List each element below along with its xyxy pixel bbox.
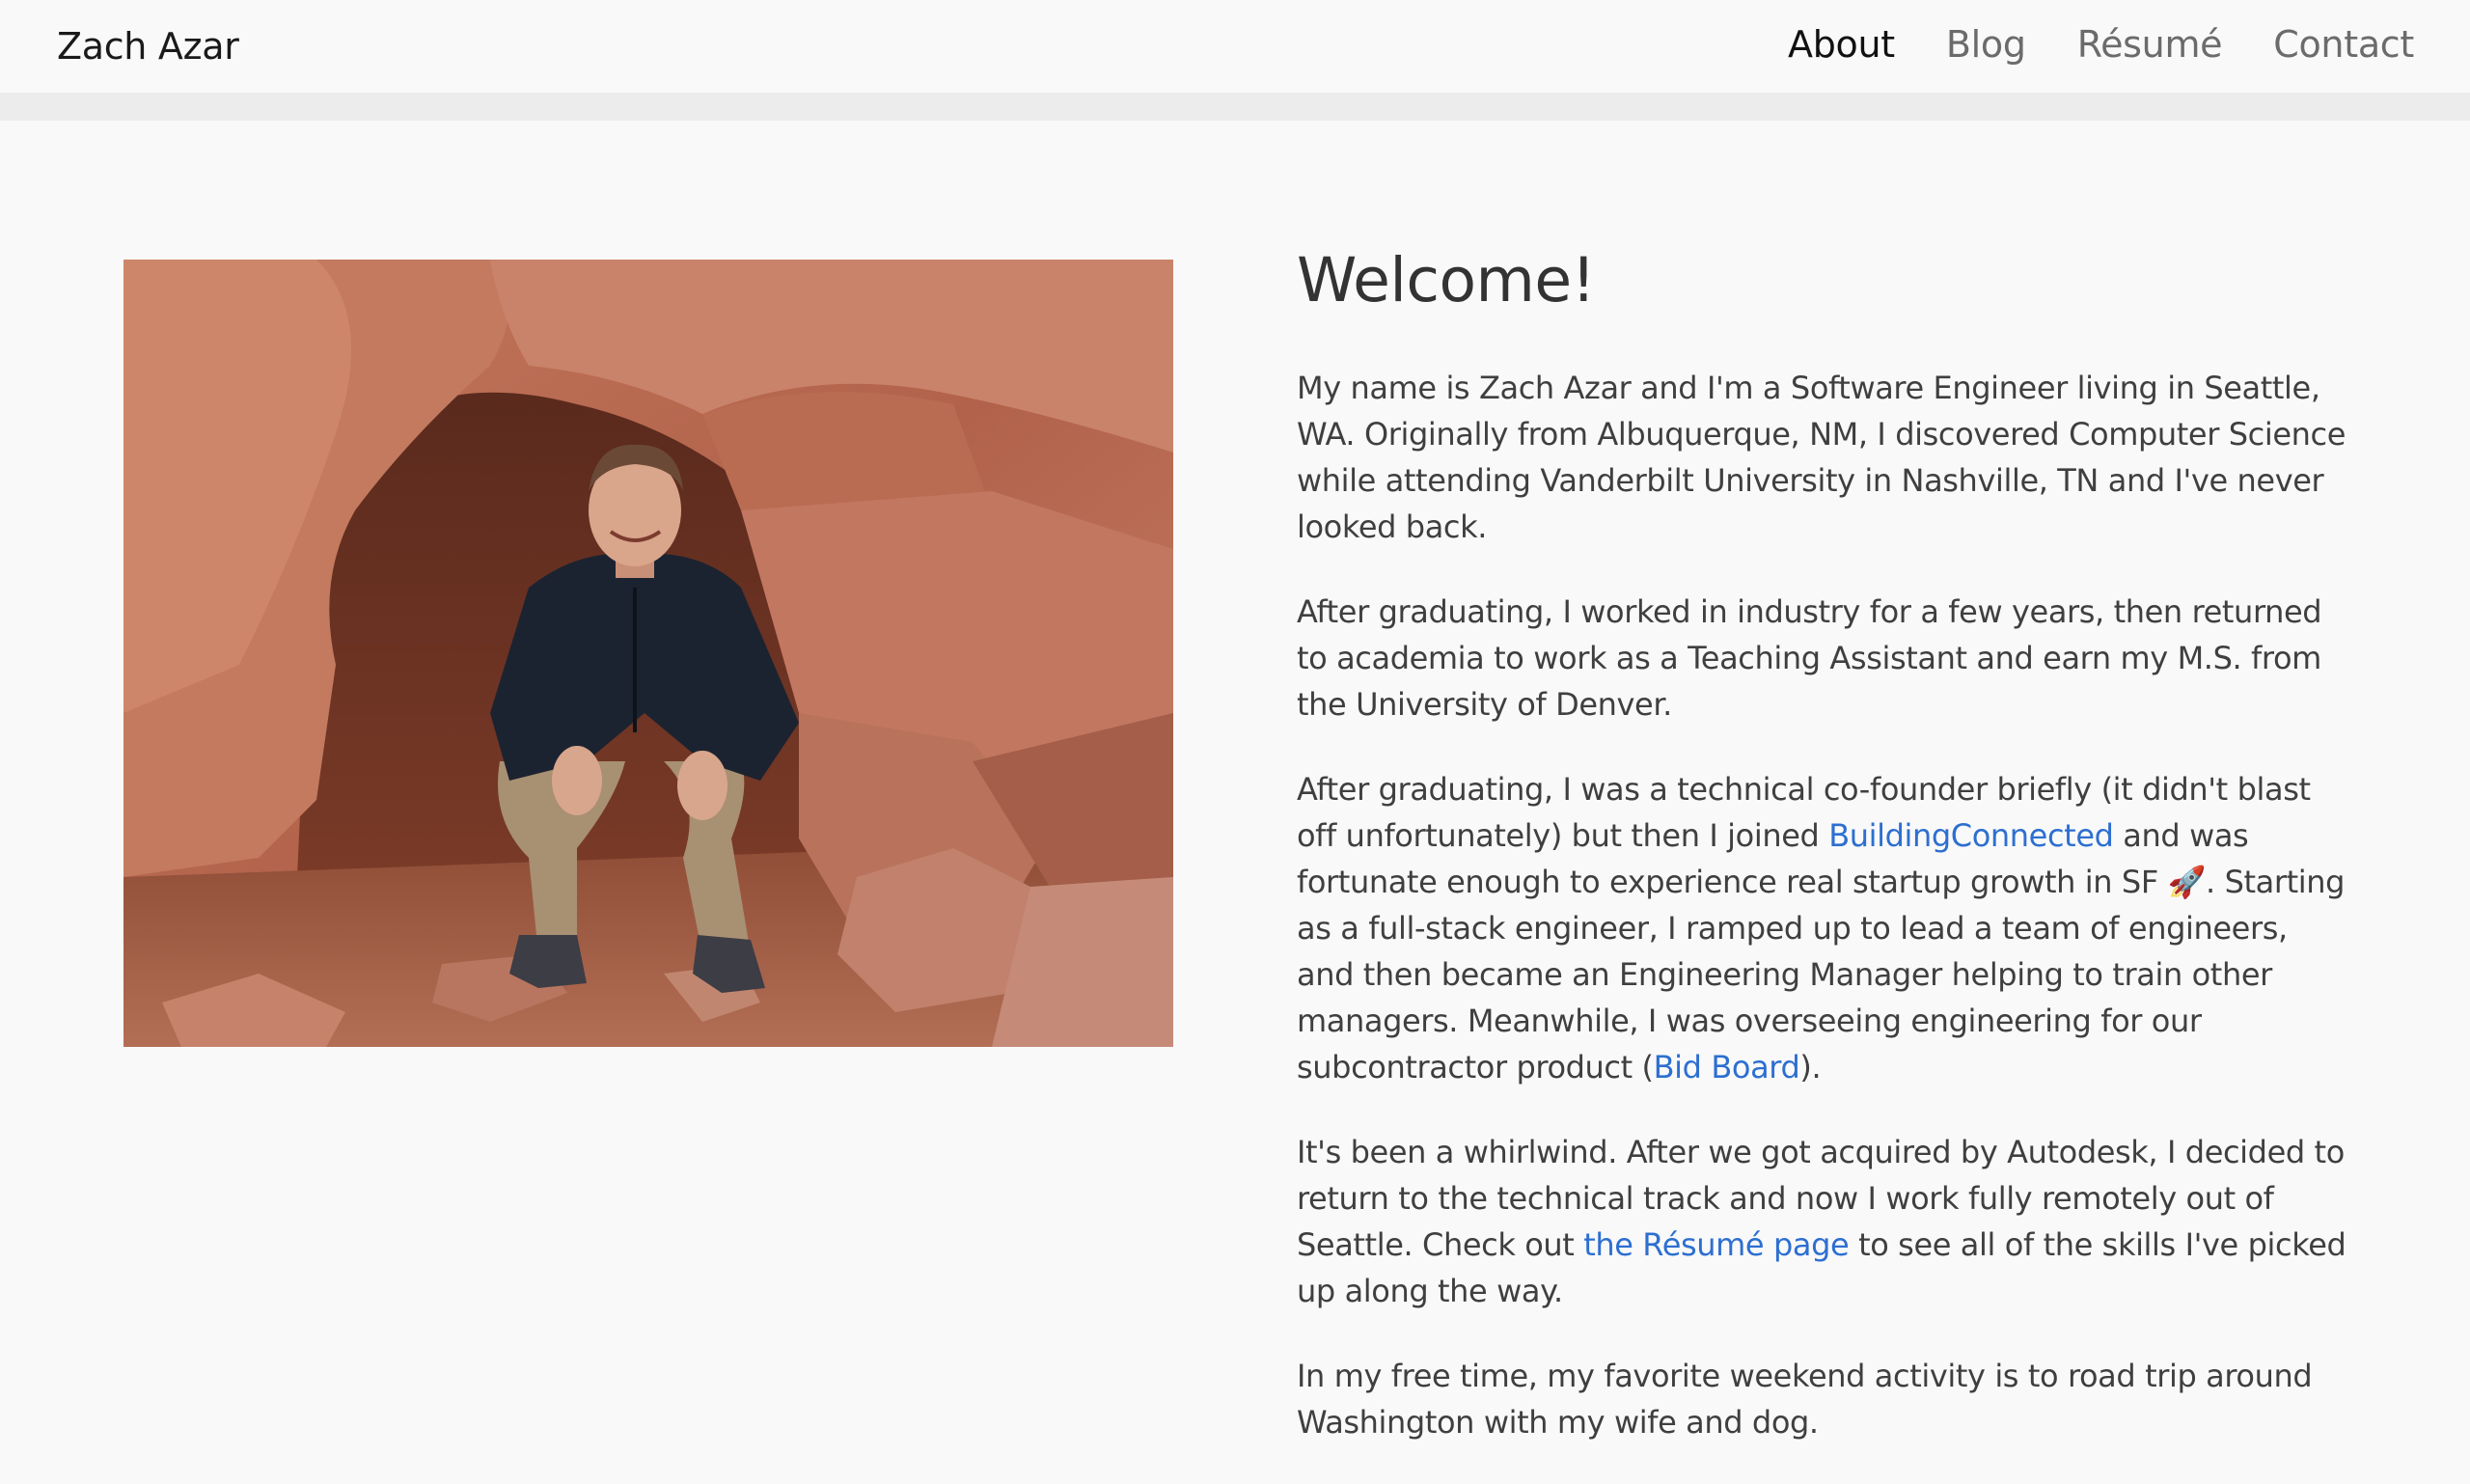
career-text-c: ). [1799, 1049, 1822, 1086]
about-content: Welcome! My name is Zach Azar and I'm a … [1297, 242, 2348, 1484]
resume-page-link[interactable]: the Résumé page [1583, 1226, 1849, 1263]
site-brand-link[interactable]: Zach Azar [57, 21, 239, 71]
main-nav: About Blog Résumé Contact [1788, 19, 2414, 69]
education-paragraph: After graduating, I worked in industry f… [1297, 593, 2322, 723]
top-navbar: Zach Azar About Blog Résumé Contact [0, 0, 2470, 93]
career-text-b: and was fortunate enough to experience r… [1297, 817, 2346, 1086]
career-paragraph: After graduating, I was a technical co-f… [1297, 766, 2348, 1090]
header-divider-band [0, 93, 2470, 121]
buildingconnected-link[interactable]: BuildingConnected [1828, 817, 2114, 854]
nav-blog-link[interactable]: Blog [1946, 19, 2026, 69]
nav-resume-link[interactable]: Résumé [2077, 19, 2223, 69]
profile-photo [124, 260, 1173, 1047]
intro-paragraph: My name is Zach Azar and I'm a Software … [1297, 370, 2346, 545]
bid-board-link[interactable]: Bid Board [1654, 1049, 1800, 1086]
page-title: Welcome! [1297, 245, 1596, 316]
free-time-paragraph: In my free time, my favorite weekend act… [1297, 1358, 2313, 1441]
nav-contact-link[interactable]: Contact [2273, 19, 2414, 69]
current-role-paragraph: It's been a whirlwind. After we got acqu… [1297, 1129, 2348, 1314]
nav-about-link[interactable]: About [1788, 19, 1895, 69]
